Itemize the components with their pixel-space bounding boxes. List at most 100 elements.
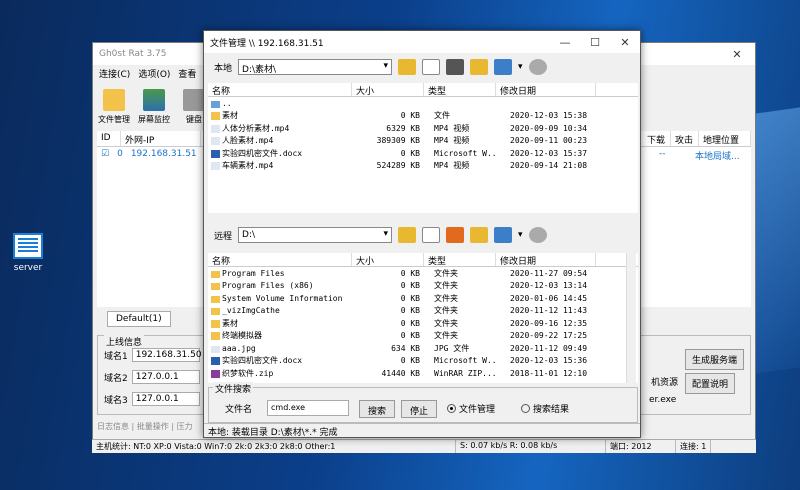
close-icon[interactable]: ✕ <box>610 36 640 49</box>
generate-server-button[interactable]: 生成服务端 <box>685 349 745 370</box>
tool-label: 键盘 <box>186 115 202 124</box>
list-item[interactable]: System Volume Information 0 KB 文件夹 2020-01-… <box>208 292 638 305</box>
col-size[interactable]: 大小 <box>352 83 424 97</box>
list-item[interactable]: 人体分析素材.mp4 6329 KB MP4 视频 2020-09-09 10:34 <box>208 122 638 135</box>
domain2-row: 域名2 127.0.0.1 <box>104 370 200 384</box>
copy-icon[interactable] <box>422 59 441 75</box>
file-name: System Volume Information <box>208 294 352 303</box>
file-name: aaa.jpg <box>208 344 352 353</box>
col-location[interactable]: 地理位置 <box>699 131 751 146</box>
file-name: _vizImgCathe <box>208 306 352 316</box>
list-item[interactable]: Program Files 0 KB 文件夹 2020-11-27 09:54 <box>208 267 638 280</box>
col-type[interactable]: 类型 <box>424 253 496 267</box>
file-date: 2020-09-11 00:23 <box>510 136 588 146</box>
search-button[interactable]: 搜索 <box>359 400 396 418</box>
file-size: 0 KB <box>400 331 420 341</box>
filename-input[interactable]: cmd.exe <box>267 400 349 416</box>
col-name[interactable]: 名称 <box>208 253 352 267</box>
file-type: WinRAR ZIP... <box>434 368 496 378</box>
list-item[interactable]: Program Files (x86) 0 KB 文件夹 2020-12-03 13:… <box>208 280 638 293</box>
remote-path-combo[interactable]: D:\ <box>238 227 393 243</box>
file-type: JPG 文件 <box>434 343 470 353</box>
copy-icon[interactable] <box>422 227 441 243</box>
menu-view[interactable]: 查看 <box>178 67 196 80</box>
gh0st-toolbar: 文件管理 屏幕监控 键盘 <box>97 89 211 125</box>
remote-scrollbar[interactable] <box>626 253 636 383</box>
local-path-combo[interactable]: D:\素材\ <box>238 59 393 75</box>
list-item[interactable]: 实验四机密文件.docx 0 KB Microsoft W... 2020-12-03… <box>208 355 638 368</box>
file-size: 524289 KB <box>376 161 420 171</box>
maximize-icon[interactable]: ☐ <box>580 36 610 49</box>
domain1-field[interactable]: 192.168.31.50 <box>131 348 202 362</box>
file-size: 41440 KB <box>381 368 420 378</box>
col-attack[interactable]: 攻击 <box>671 131 699 146</box>
screen-monitor-button[interactable]: 屏幕监控 <box>137 89 171 125</box>
file-manager-window: 文件管理 \\ 192.168.31.51 — ☐ ✕ 本地 D:\素材\ ▾ … <box>203 30 641 438</box>
folder-up-icon[interactable] <box>398 227 417 243</box>
file-size: 0 KB <box>400 111 420 121</box>
file-type: Microsoft W... <box>434 148 496 158</box>
chevron-down-icon[interactable]: ▾ <box>518 62 523 72</box>
domain3-field[interactable]: 127.0.0.1 <box>131 392 200 406</box>
file-name: 人体分析素材.mp4 <box>208 123 352 134</box>
radio-file-manager[interactable]: 文件管理 <box>447 402 495 415</box>
col-size[interactable]: 大小 <box>352 253 424 267</box>
file-icon <box>211 345 220 353</box>
radio-search-results[interactable]: 搜索结果 <box>521 402 569 415</box>
list-item[interactable]: 车辆素材.mp4 524289 KB MP4 视频 2020-09-14 21:08 <box>208 160 638 173</box>
delete-icon[interactable] <box>446 59 465 75</box>
list-item[interactable]: _vizImgCathe 0 KB 文件夹 2020-11-12 11:43 <box>208 305 638 318</box>
file-search-group: 文件搜索 文件名 cmd.exe 搜索 停止 文件管理 搜索结果 <box>208 382 638 423</box>
list-item[interactable]: 实验四机密文件.docx 0 KB Microsoft W... 2020-12-03… <box>208 147 638 160</box>
new-folder-icon[interactable] <box>470 59 489 75</box>
remote-path-bar: 远程 D:\ ▾ <box>214 227 547 243</box>
list-item[interactable]: 人脸素材.mp4 389309 KB MP4 视频 2020-09-11 00:23 <box>208 135 638 148</box>
port-stats: 端口: 2012 <box>606 440 676 453</box>
list-item[interactable]: 素材 0 KB 文件夹 2020-09-16 12:35 <box>208 317 638 330</box>
folder-icon <box>211 332 220 341</box>
menu-connect[interactable]: 连接(C) <box>99 67 130 80</box>
col-ip[interactable]: 外网-IP <box>121 131 201 146</box>
radio-selected-icon <box>447 404 456 413</box>
col-date[interactable]: 修改日期 <box>496 83 596 97</box>
file-date: 2020-09-22 17:25 <box>510 331 588 341</box>
stop-button[interactable]: 停止 <box>401 400 438 418</box>
stop-icon[interactable] <box>528 59 547 75</box>
desktop-icon-server[interactable]: server <box>8 233 48 273</box>
stop-icon[interactable] <box>528 227 547 243</box>
online-info-title: 上线信息 <box>104 335 145 348</box>
folder-up-icon[interactable] <box>398 59 417 75</box>
close-icon[interactable]: ✕ <box>719 48 755 61</box>
view-icon[interactable] <box>494 59 513 75</box>
file-size: 0 KB <box>400 306 420 316</box>
list-item[interactable]: .. <box>208 97 638 110</box>
col-download[interactable]: 下载 <box>643 131 671 146</box>
new-folder-icon[interactable] <box>470 227 489 243</box>
file-size: 0 KB <box>400 268 420 278</box>
file-manager-button[interactable]: 文件管理 <box>97 89 131 125</box>
delete-icon[interactable] <box>446 227 465 243</box>
speed-stats: S: 0.07 kb/s R: 0.08 kb/s <box>456 440 606 453</box>
row-id: 0 <box>117 149 123 159</box>
minimize-icon[interactable]: — <box>550 36 580 49</box>
col-type[interactable]: 类型 <box>424 83 496 97</box>
chevron-down-icon[interactable]: ▾ <box>518 230 523 240</box>
list-item[interactable]: aaa.jpg 634 KB JPG 文件 2020-11-12 09:49 <box>208 342 638 355</box>
list-item[interactable]: 终端模拟器 0 KB 文件夹 2020-09-22 17:25 <box>208 330 638 343</box>
menu-options[interactable]: 选项(O) <box>138 67 170 80</box>
row-checkbox[interactable]: ☑ <box>101 149 109 162</box>
log-tabs[interactable]: 日志信息 | 批量操作 | 压力 <box>97 421 193 432</box>
col-id[interactable]: ID <box>97 131 121 146</box>
config-help-button[interactable]: 配置说明 <box>685 373 736 394</box>
list-item[interactable]: 素材 0 KB 文件 2020-12-03 15:38 <box>208 110 638 123</box>
file-date: 2020-12-03 15:37 <box>510 148 588 158</box>
domain2-field[interactable]: 127.0.0.1 <box>131 370 200 384</box>
col-name[interactable]: 名称 <box>208 83 352 97</box>
col-date[interactable]: 修改日期 <box>496 253 596 267</box>
tab-default[interactable]: Default(1) <box>107 311 171 327</box>
local-path-bar: 本地 D:\素材\ ▾ <box>214 59 547 75</box>
list-item[interactable]: 织梦软件.zip 41440 KB WinRAR ZIP... 2018-11-01 … <box>208 367 638 380</box>
file-name: 素材 <box>208 318 352 329</box>
view-icon[interactable] <box>494 227 513 243</box>
desktop-icon-label: server <box>13 263 43 273</box>
